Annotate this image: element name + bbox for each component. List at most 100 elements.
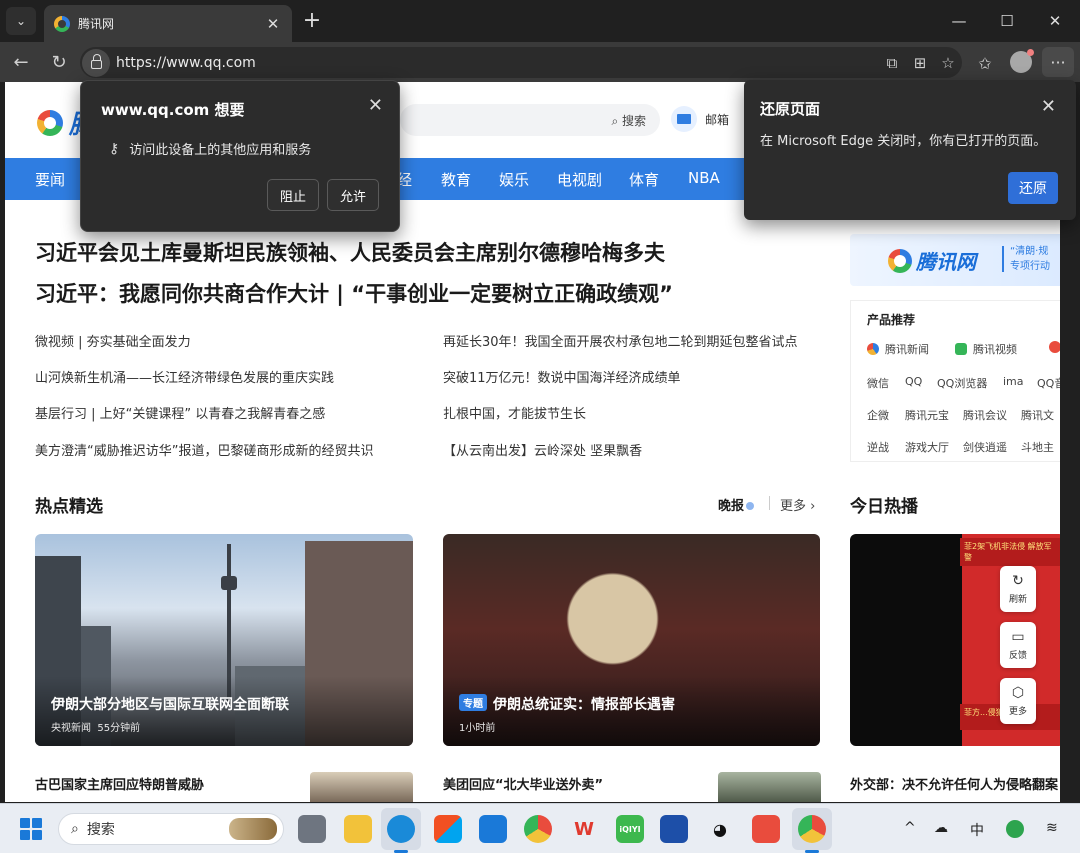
evening-report-link[interactable]: 晚报 bbox=[718, 495, 754, 514]
wps-icon[interactable]: W bbox=[570, 815, 598, 843]
product-link[interactable]: 腾讯文 bbox=[1021, 407, 1054, 423]
product-recommendations: 产品推荐 腾讯新闻 腾讯视频 微信 QQ QQ浏览器 ima QQ音 企微 腾讯… bbox=[850, 300, 1060, 462]
ime-indicator[interactable]: 中 bbox=[970, 820, 984, 840]
headline-2[interactable]: 习近平：我愿同你共商合作大计 | “干事创业一定要树立正确政绩观” bbox=[35, 278, 673, 308]
news-link[interactable]: 突破11万亿元！数说中国海洋经济成绩单 bbox=[443, 367, 681, 386]
news-card[interactable]: 专题 伊朗总统证实：情报部长遇害 1小时前 bbox=[443, 534, 820, 746]
product-link[interactable]: 斗地主 bbox=[1021, 439, 1054, 455]
product-link[interactable]: 腾讯元宝 bbox=[905, 407, 949, 423]
news-link[interactable]: 微视频 | 夯实基础全面发力 bbox=[35, 331, 191, 350]
headline-1[interactable]: 习近平会见土库曼斯坦民族领袖、人民委员会主席别尔德穆哈梅多夫 bbox=[35, 237, 665, 267]
edge-icon[interactable] bbox=[387, 815, 415, 843]
copilot-icon[interactable]: ⧉ bbox=[878, 54, 906, 72]
news-link[interactable]: 美团回应“北大毕业送外卖” bbox=[443, 774, 603, 793]
chevron-up-icon[interactable]: ^ bbox=[904, 820, 916, 836]
feishu-icon[interactable] bbox=[660, 815, 688, 843]
tab-active[interactable]: 腾讯网 ✕ bbox=[44, 5, 292, 42]
product-link[interactable]: 游戏大厅 bbox=[905, 439, 949, 455]
restore-message: 在 Microsoft Edge 关闭时，你有已打开的页面。 bbox=[760, 134, 1047, 149]
taskbar-search[interactable]: ⌕ 搜索 bbox=[58, 813, 284, 845]
product-link[interactable]: 腾讯会议 bbox=[963, 407, 1007, 423]
tencent-video-icon bbox=[955, 343, 967, 355]
back-button[interactable]: ← bbox=[6, 48, 36, 76]
news-link[interactable]: 外交部：决不允许任何人为侵略翻案 bbox=[850, 774, 1058, 793]
news-link[interactable]: 古巴国家主席回应特朗普威胁 bbox=[35, 774, 204, 793]
news-thumbnail[interactable] bbox=[718, 772, 821, 802]
close-icon[interactable]: ✕ bbox=[1041, 96, 1056, 117]
news-card[interactable]: 伊朗大部分地区与国际互联网全面断联 央视新闻 55分钟前 bbox=[35, 534, 413, 746]
product-link[interactable]: QQ浏览器 bbox=[937, 375, 987, 391]
refresh-button[interactable]: ↻ bbox=[44, 48, 74, 76]
permission-prompt: www.qq.com 想要 ✕ ⚷ 访问此设备上的其他应用和服务 阻止 允许 bbox=[80, 80, 400, 232]
chrome-icon[interactable] bbox=[798, 815, 826, 843]
address-bar[interactable]: https://www.qq.com ⧉ ⊞ ☆ bbox=[80, 47, 962, 78]
nav-item-nba[interactable]: NBA bbox=[688, 169, 720, 187]
nav-item-sports[interactable]: 体育 bbox=[629, 169, 659, 190]
more-tool[interactable]: ⬡ 更多 bbox=[1000, 678, 1036, 724]
windows-start-icon[interactable] bbox=[20, 818, 42, 840]
product-link[interactable]: 腾讯视频 bbox=[955, 341, 1017, 357]
new-tab-button[interactable]: + bbox=[300, 8, 324, 34]
sync-icon[interactable] bbox=[1006, 820, 1024, 838]
product-link[interactable]: QQ音 bbox=[1037, 375, 1060, 391]
block-button[interactable]: 阻止 bbox=[267, 179, 319, 211]
maximize-button[interactable]: ☐ bbox=[992, 8, 1022, 34]
product-link[interactable]: 逆战 bbox=[867, 439, 889, 455]
task-view-icon[interactable] bbox=[298, 815, 326, 843]
close-window-button[interactable]: ✕ bbox=[1040, 8, 1070, 34]
product-icon-partial[interactable] bbox=[1049, 341, 1060, 354]
chrome-icon[interactable] bbox=[524, 815, 552, 843]
product-link[interactable]: 企微 bbox=[867, 407, 889, 423]
close-icon[interactable]: ✕ bbox=[368, 95, 383, 116]
promo-banner[interactable]: 腾讯网 “清朗·规 专项行动 bbox=[850, 234, 1060, 286]
product-link[interactable]: 腾讯新闻 bbox=[867, 341, 929, 357]
feedback-tool[interactable]: ▭ 反馈 bbox=[1000, 622, 1036, 668]
onedrive-icon[interactable]: ☁ bbox=[934, 820, 948, 836]
refresh-tool[interactable]: ↻ 刷新 bbox=[1000, 566, 1036, 612]
nav-item-news[interactable]: 要闻 bbox=[35, 169, 65, 190]
news-link[interactable]: 美方澄清“威胁推迟访华”报道，巴黎磋商形成新的经贸共识 bbox=[35, 440, 373, 459]
news-link[interactable]: 基层行习 | 上好“关键课程” 以青春之我解青春之感 bbox=[35, 403, 325, 422]
live-ticker: 菲2架飞机非法侵 解放军警 bbox=[960, 538, 1060, 566]
allow-button[interactable]: 允许 bbox=[327, 179, 379, 211]
restore-button[interactable]: 还原 bbox=[1008, 172, 1058, 204]
star-icon[interactable]: ☆ bbox=[934, 54, 962, 72]
product-link[interactable]: 微信 bbox=[867, 375, 889, 391]
nav-item-tv[interactable]: 电视剧 bbox=[557, 169, 602, 190]
settings-more-button[interactable]: ··· bbox=[1042, 47, 1074, 77]
file-explorer-icon[interactable] bbox=[344, 815, 372, 843]
search-highlight-image bbox=[229, 818, 277, 840]
nav-item-education[interactable]: 教育 bbox=[441, 169, 471, 190]
mail-link[interactable]: 邮箱 bbox=[671, 106, 729, 132]
outlook-icon[interactable] bbox=[479, 815, 507, 843]
product-link[interactable]: QQ bbox=[905, 375, 922, 388]
url-text[interactable]: https://www.qq.com bbox=[116, 55, 878, 71]
tab-title: 腾讯网 bbox=[78, 17, 115, 31]
permission-request: ⚷ 访问此设备上的其他应用和服务 bbox=[109, 139, 311, 159]
favorites-icon[interactable]: ✩ bbox=[972, 50, 998, 76]
news-link[interactable]: 再延长30年！我国全面开展农村承包地二轮到期延包整省试点 bbox=[443, 331, 798, 350]
more-link[interactable]: 更多 › bbox=[780, 495, 815, 514]
news-thumbnail[interactable] bbox=[310, 772, 413, 802]
product-link[interactable]: ima bbox=[1003, 375, 1024, 388]
site-info-button[interactable] bbox=[82, 48, 110, 77]
product-link[interactable]: 剑侠逍遥 bbox=[963, 439, 1007, 455]
news-link[interactable]: 扎根中国，才能拔节生长 bbox=[443, 403, 586, 422]
nav-item-entertainment[interactable]: 娱乐 bbox=[499, 169, 529, 190]
wifi-icon[interactable]: ≋ bbox=[1046, 820, 1058, 836]
news-link[interactable]: 山河焕新生机涌——长江经济带绿色发展的重庆实践 bbox=[35, 367, 334, 386]
qq-icon[interactable]: ◕ bbox=[706, 815, 734, 843]
app-icon[interactable] bbox=[752, 815, 780, 843]
restore-pages-prompt: 还原页面 ✕ 在 Microsoft Edge 关闭时，你有已打开的页面。 还原 bbox=[744, 80, 1076, 220]
tab-actions-button[interactable]: ⌄ bbox=[6, 7, 36, 35]
reading-view-icon[interactable]: ⊞ bbox=[906, 54, 934, 72]
minimize-button[interactable]: — bbox=[944, 8, 974, 34]
search-button[interactable]: ⌕ 搜索 bbox=[611, 112, 646, 129]
site-search-box[interactable]: ⌕ 搜索 bbox=[400, 104, 660, 136]
microsoft-store-icon[interactable] bbox=[434, 815, 462, 843]
profile-avatar[interactable] bbox=[1010, 49, 1034, 73]
news-link[interactable]: 【从云南出发】云岭深处 坚果飘香 bbox=[443, 440, 642, 459]
products-title: 产品推荐 bbox=[867, 313, 916, 327]
iqiyi-icon[interactable]: iQIYI bbox=[616, 815, 644, 843]
close-icon[interactable]: ✕ bbox=[264, 15, 282, 33]
